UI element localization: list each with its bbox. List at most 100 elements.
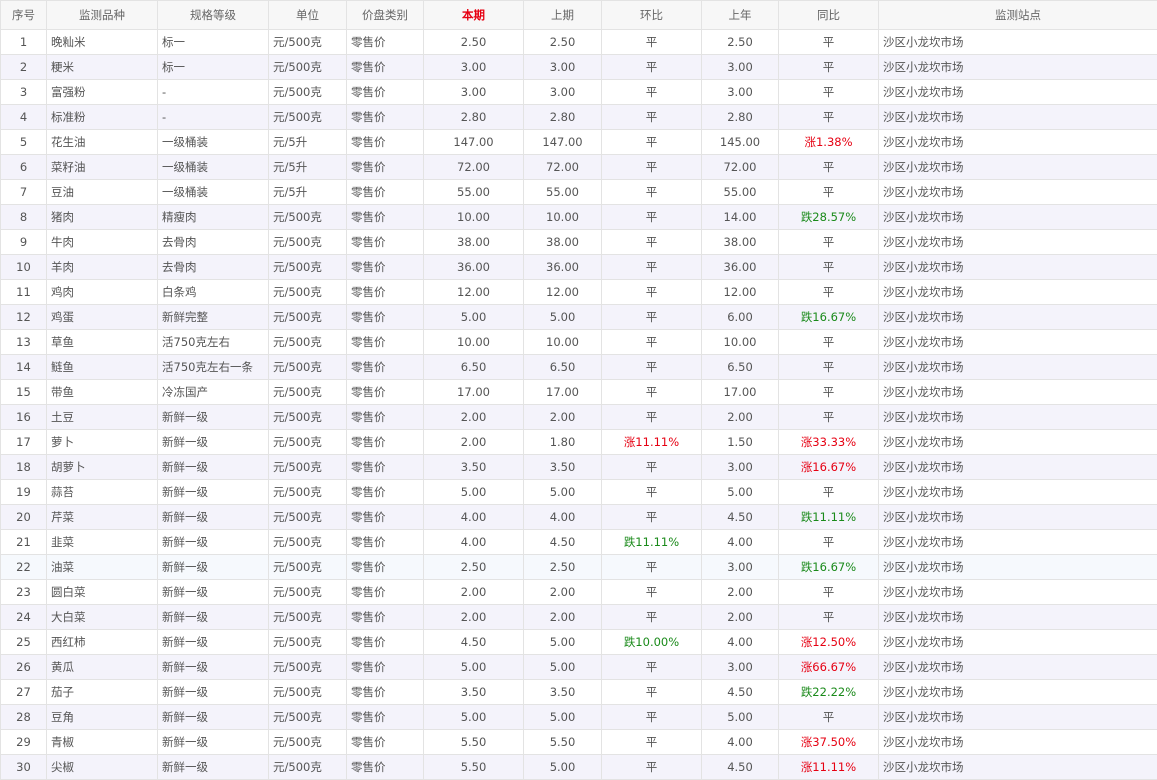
cell-station: 沙区小龙坎市场 bbox=[879, 680, 1157, 705]
cell-yoy: 跌16.67% bbox=[779, 305, 879, 330]
cell-variety: 鸡蛋 bbox=[47, 305, 158, 330]
cell-unit: 元/500克 bbox=[269, 605, 347, 630]
cell-variety: 猪肉 bbox=[47, 205, 158, 230]
cell-grade: 活750克左右 bbox=[158, 330, 269, 355]
cell-yoy: 涨33.33% bbox=[779, 430, 879, 455]
cell-grade: 精瘦肉 bbox=[158, 205, 269, 230]
cell-price-type: 零售价 bbox=[347, 355, 424, 380]
cell-yoy: 涨1.38% bbox=[779, 130, 879, 155]
cell-grade: 标一 bbox=[158, 30, 269, 55]
cell-index: 24 bbox=[1, 605, 47, 630]
header-index: 序号 bbox=[1, 1, 47, 30]
cell-unit: 元/500克 bbox=[269, 105, 347, 130]
cell-unit: 元/500克 bbox=[269, 80, 347, 105]
cell-mom: 平 bbox=[602, 30, 702, 55]
cell-price-type: 零售价 bbox=[347, 455, 424, 480]
cell-mom: 平 bbox=[602, 705, 702, 730]
table-header-row: 序号 监测品种 规格等级 单位 价盘类别 本期 上期 环比 上年 同比 监测站点 bbox=[1, 1, 1157, 30]
cell-yoy: 平 bbox=[779, 30, 879, 55]
cell-current: 10.00 bbox=[424, 205, 524, 230]
cell-price-type: 零售价 bbox=[347, 755, 424, 780]
cell-grade: - bbox=[158, 80, 269, 105]
cell-mom: 平 bbox=[602, 205, 702, 230]
cell-grade: 新鲜一级 bbox=[158, 555, 269, 580]
cell-last-year: 36.00 bbox=[702, 255, 779, 280]
cell-variety: 大白菜 bbox=[47, 605, 158, 630]
cell-station: 沙区小龙坎市场 bbox=[879, 255, 1157, 280]
cell-previous: 36.00 bbox=[524, 255, 602, 280]
cell-last-year: 10.00 bbox=[702, 330, 779, 355]
cell-price-type: 零售价 bbox=[347, 130, 424, 155]
cell-current: 3.50 bbox=[424, 455, 524, 480]
cell-index: 17 bbox=[1, 430, 47, 455]
table-row: 25西红柿新鲜一级元/500克零售价4.505.00跌10.00%4.00涨12… bbox=[1, 630, 1157, 655]
cell-index: 12 bbox=[1, 305, 47, 330]
cell-station: 沙区小龙坎市场 bbox=[879, 455, 1157, 480]
cell-current: 147.00 bbox=[424, 130, 524, 155]
cell-yoy: 平 bbox=[779, 705, 879, 730]
cell-variety: 黄瓜 bbox=[47, 655, 158, 680]
cell-yoy: 跌11.11% bbox=[779, 505, 879, 530]
cell-current: 4.00 bbox=[424, 530, 524, 555]
cell-previous: 5.50 bbox=[524, 730, 602, 755]
cell-previous: 3.50 bbox=[524, 680, 602, 705]
cell-previous: 5.00 bbox=[524, 630, 602, 655]
cell-price-type: 零售价 bbox=[347, 180, 424, 205]
cell-station: 沙区小龙坎市场 bbox=[879, 505, 1157, 530]
cell-variety: 草鱼 bbox=[47, 330, 158, 355]
cell-grade: 一级桶装 bbox=[158, 130, 269, 155]
cell-last-year: 1.50 bbox=[702, 430, 779, 455]
cell-grade: 新鲜一级 bbox=[158, 530, 269, 555]
cell-yoy: 涨16.67% bbox=[779, 455, 879, 480]
table-row: 6菜籽油一级桶装元/5升零售价72.0072.00平72.00平沙区小龙坎市场 bbox=[1, 155, 1157, 180]
cell-previous: 5.00 bbox=[524, 480, 602, 505]
cell-last-year: 12.00 bbox=[702, 280, 779, 305]
cell-yoy: 平 bbox=[779, 380, 879, 405]
table-row: 12鸡蛋新鲜完整元/500克零售价5.005.00平6.00跌16.67%沙区小… bbox=[1, 305, 1157, 330]
cell-mom: 平 bbox=[602, 605, 702, 630]
cell-previous: 17.00 bbox=[524, 380, 602, 405]
cell-current: 2.80 bbox=[424, 105, 524, 130]
cell-unit: 元/500克 bbox=[269, 480, 347, 505]
cell-previous: 72.00 bbox=[524, 155, 602, 180]
cell-current: 5.00 bbox=[424, 705, 524, 730]
cell-index: 11 bbox=[1, 280, 47, 305]
cell-previous: 3.50 bbox=[524, 455, 602, 480]
cell-station: 沙区小龙坎市场 bbox=[879, 630, 1157, 655]
cell-current: 5.50 bbox=[424, 755, 524, 780]
cell-unit: 元/500克 bbox=[269, 230, 347, 255]
cell-last-year: 2.00 bbox=[702, 405, 779, 430]
cell-previous: 2.50 bbox=[524, 30, 602, 55]
cell-variety: 鸡肉 bbox=[47, 280, 158, 305]
cell-unit: 元/500克 bbox=[269, 280, 347, 305]
cell-index: 19 bbox=[1, 480, 47, 505]
cell-mom: 平 bbox=[602, 305, 702, 330]
cell-station: 沙区小龙坎市场 bbox=[879, 230, 1157, 255]
cell-station: 沙区小龙坎市场 bbox=[879, 355, 1157, 380]
cell-price-type: 零售价 bbox=[347, 280, 424, 305]
cell-grade: 新鲜一级 bbox=[158, 480, 269, 505]
table-row: 19蒜苔新鲜一级元/500克零售价5.005.00平5.00平沙区小龙坎市场 bbox=[1, 480, 1157, 505]
cell-previous: 4.50 bbox=[524, 530, 602, 555]
cell-mom: 平 bbox=[602, 580, 702, 605]
cell-index: 22 bbox=[1, 555, 47, 580]
cell-variety: 粳米 bbox=[47, 55, 158, 80]
cell-variety: 鲢鱼 bbox=[47, 355, 158, 380]
table-row: 2粳米标一元/500克零售价3.003.00平3.00平沙区小龙坎市场 bbox=[1, 55, 1157, 80]
cell-index: 25 bbox=[1, 630, 47, 655]
cell-grade: 一级桶装 bbox=[158, 155, 269, 180]
cell-unit: 元/500克 bbox=[269, 55, 347, 80]
cell-current: 4.00 bbox=[424, 505, 524, 530]
cell-yoy: 平 bbox=[779, 230, 879, 255]
cell-current: 2.50 bbox=[424, 30, 524, 55]
table-row: 8猪肉精瘦肉元/500克零售价10.0010.00平14.00跌28.57%沙区… bbox=[1, 205, 1157, 230]
cell-current: 5.00 bbox=[424, 480, 524, 505]
cell-variety: 蒜苔 bbox=[47, 480, 158, 505]
header-price-type: 价盘类别 bbox=[347, 1, 424, 30]
cell-price-type: 零售价 bbox=[347, 205, 424, 230]
table-row: 7豆油一级桶装元/5升零售价55.0055.00平55.00平沙区小龙坎市场 bbox=[1, 180, 1157, 205]
cell-last-year: 4.50 bbox=[702, 505, 779, 530]
header-variety: 监测品种 bbox=[47, 1, 158, 30]
cell-unit: 元/500克 bbox=[269, 430, 347, 455]
cell-index: 20 bbox=[1, 505, 47, 530]
